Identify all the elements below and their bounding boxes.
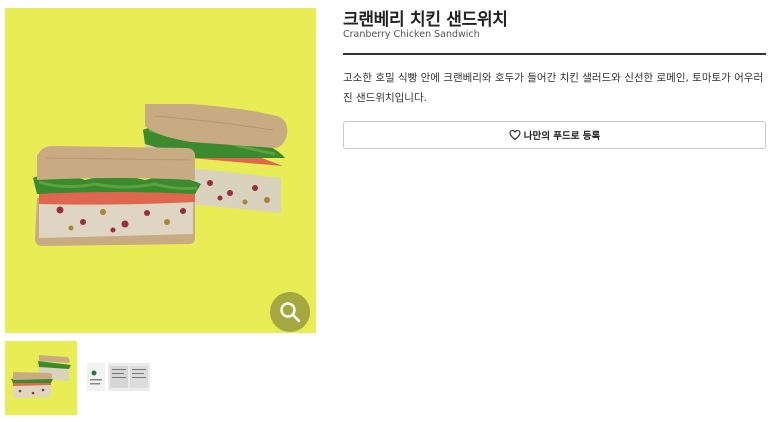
sandwich-illustration bbox=[33, 104, 288, 246]
thumbnail-nutrition-label[interactable] bbox=[82, 341, 154, 415]
product-subtitle: Cranberry Chicken Sandwich bbox=[343, 29, 480, 40]
nutrition-label-thumb bbox=[87, 363, 150, 391]
add-favorite-button[interactable]: 나만의 푸드로 등록 bbox=[343, 121, 766, 149]
add-favorite-label: 나만의 푸드로 등록 bbox=[523, 131, 601, 142]
sandwich-thumb-illustration bbox=[11, 355, 71, 398]
heart-outline-icon bbox=[509, 129, 521, 141]
product-main-image bbox=[5, 8, 316, 333]
product-title: 크랜베리 치킨 샌드위치 bbox=[343, 10, 508, 30]
magnifier-icon bbox=[280, 302, 301, 323]
product-description: 고소한 호밀 식빵 안에 크랜베리와 호두가 들어간 치킨 샐러드와 신선한 로… bbox=[343, 72, 764, 104]
zoom-button[interactable] bbox=[270, 292, 310, 332]
thumbnail-sandwich[interactable] bbox=[5, 341, 77, 415]
front-sandwich bbox=[33, 146, 201, 246]
title-divider bbox=[343, 53, 766, 55]
